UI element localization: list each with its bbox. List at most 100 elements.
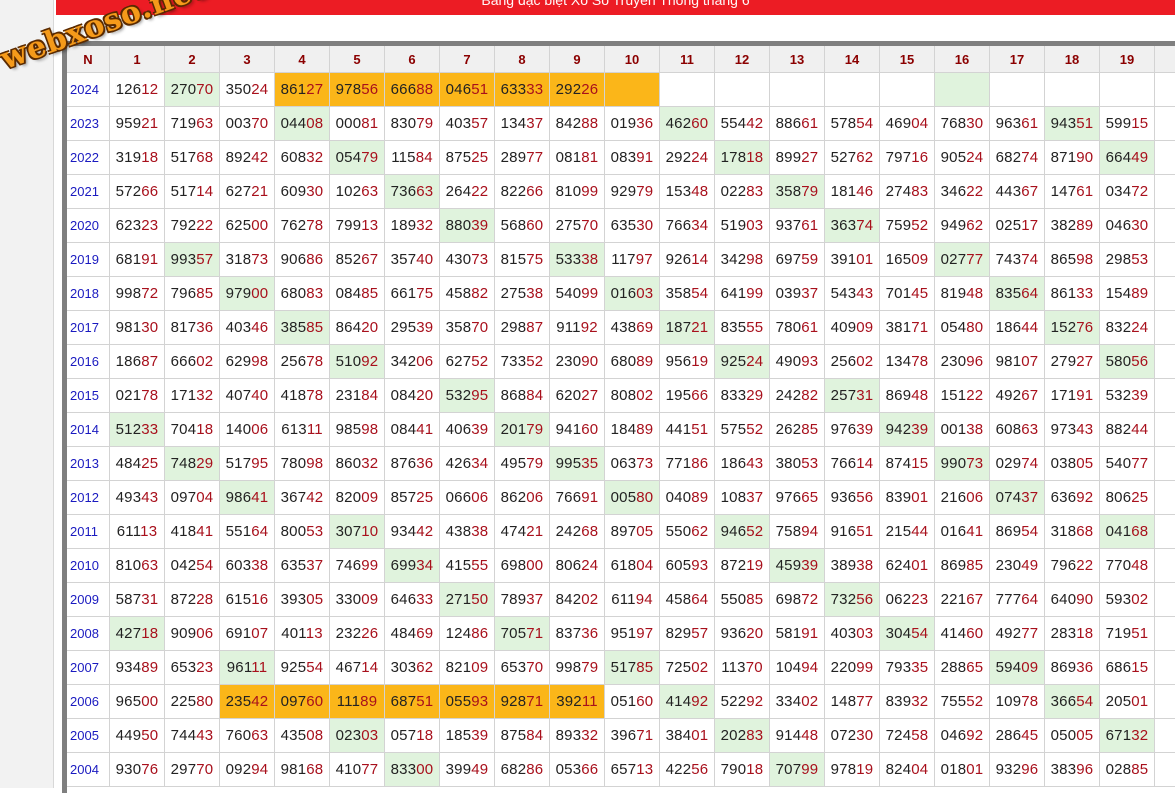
day-column-header: 2 <box>165 46 220 73</box>
prize-number-cell: 61516 <box>220 583 275 617</box>
prize-number-cell: 49343 <box>110 481 165 515</box>
prize-number-cell: 12486 <box>440 617 495 651</box>
prize-number-head: 682 <box>501 761 527 778</box>
prize-number-head: 357 <box>391 251 417 268</box>
prize-number-head: 929 <box>611 183 637 200</box>
prize-number-head: 046 <box>446 81 472 98</box>
prize-number-cell: 68615 <box>1100 651 1155 685</box>
prize-number-last-two-digits: 09 <box>856 319 873 336</box>
prize-number-last-two-digits: 30 <box>1131 217 1148 234</box>
prize-number-cell: 10494 <box>770 651 825 685</box>
prize-number-head: 492 <box>996 387 1022 404</box>
prize-number-last-two-digits: 34 <box>416 557 433 574</box>
prize-number-cell: 18643 <box>715 447 770 481</box>
prize-number-head: 925 <box>281 659 307 676</box>
prize-number-cell: 04408 <box>275 107 330 141</box>
prize-number-cell: 38171 <box>880 311 935 345</box>
year-link[interactable]: 2010 <box>67 549 110 583</box>
prize-number-head: 981 <box>996 353 1022 370</box>
prize-number-last-two-digits: 53 <box>801 455 818 472</box>
year-link[interactable]: 2007 <box>67 651 110 685</box>
year-link[interactable]: 2012 <box>67 481 110 515</box>
prize-number-head: 187 <box>666 319 692 336</box>
prize-number-cell: 18539 <box>440 719 495 753</box>
prize-number-last-two-digits: 91 <box>801 625 818 642</box>
prize-number-cell: 73256 <box>825 583 880 617</box>
prize-number-cell: 83932 <box>880 685 935 719</box>
prize-number-last-two-digits: 85 <box>1131 761 1148 778</box>
prize-number-last-two-digits: 63 <box>1021 421 1038 438</box>
prize-number-head: 517 <box>226 455 252 472</box>
year-link[interactable]: 2017 <box>67 311 110 345</box>
prize-number-cell: 20501 <box>1100 685 1155 719</box>
prize-number-head: 053 <box>556 761 582 778</box>
prize-number-head: 063 <box>611 455 637 472</box>
prize-number-last-two-digits: 01 <box>911 489 928 506</box>
year-link[interactable]: 2011 <box>67 515 110 549</box>
prize-number-last-two-digits: 82 <box>801 387 818 404</box>
prize-number-head: 608 <box>996 421 1022 438</box>
year-link[interactable]: 2024 <box>67 73 110 107</box>
prize-number-head: 490 <box>776 353 802 370</box>
prize-number-last-two-digits: 98 <box>746 251 763 268</box>
year-link[interactable]: 2006 <box>67 685 110 719</box>
prize-number-head: 083 <box>611 149 637 166</box>
year-link[interactable]: 2015 <box>67 379 110 413</box>
prize-number-cell: 53338 <box>550 243 605 277</box>
prize-number-last-two-digits: 90 <box>581 353 598 370</box>
prize-number-cell <box>770 73 825 107</box>
prize-number-head: 438 <box>446 523 472 540</box>
prize-number-cell: 2 <box>1155 549 1175 583</box>
prize-number-cell: 71963 <box>165 107 220 141</box>
year-link[interactable]: 2005 <box>67 719 110 753</box>
year-link[interactable]: 2014 <box>67 413 110 447</box>
prize-number-last-two-digits: 79 <box>416 115 433 132</box>
prize-number-head: 872 <box>171 591 197 608</box>
prize-number-cell: 36742 <box>275 481 330 515</box>
prize-number-last-two-digits: 22 <box>1076 557 1093 574</box>
day-column-header: 18 <box>1045 46 1100 73</box>
year-link[interactable]: 2020 <box>67 209 110 243</box>
year-link[interactable]: 2013 <box>67 447 110 481</box>
year-link[interactable]: 2016 <box>67 345 110 379</box>
prize-number-cell: 05593 <box>440 685 495 719</box>
prize-number-last-two-digits: 12 <box>141 81 158 98</box>
prize-number-last-two-digits: 42 <box>251 149 268 166</box>
prize-number-head: 279 <box>1051 353 1077 370</box>
prize-number-last-two-digits: 33 <box>1076 285 1093 302</box>
year-link[interactable]: 2004 <box>67 753 110 787</box>
prize-number-last-two-digits: 18 <box>196 421 213 438</box>
prize-number-last-two-digits: 03 <box>636 285 653 302</box>
year-link[interactable]: 2023 <box>67 107 110 141</box>
prize-number-last-two-digits: 05 <box>1076 727 1093 744</box>
prize-number-cell: 98130 <box>110 311 165 345</box>
prize-number-last-two-digits: 54 <box>1076 693 1093 710</box>
prize-number-cell: 14877 <box>825 685 880 719</box>
page-title: Bảng đặc biệt Xổ Số Truyền Thống tháng 6 <box>56 0 1175 9</box>
year-link[interactable]: 2008 <box>67 617 110 651</box>
prize-number-head: 044 <box>281 115 307 132</box>
prize-number-last-two-digits: 93 <box>691 557 708 574</box>
prize-number-head: 624 <box>886 557 912 574</box>
prize-number-last-two-digits: 00 <box>251 285 268 302</box>
prize-number-head: 743 <box>996 251 1022 268</box>
prize-number-cell: 52292 <box>715 685 770 719</box>
prize-number-head: 363 <box>831 217 857 234</box>
year-link[interactable]: 2022 <box>67 141 110 175</box>
prize-number-cell: 83555 <box>715 311 770 345</box>
prize-number-last-two-digits: 24 <box>1131 319 1148 336</box>
year-link[interactable]: 2021 <box>67 175 110 209</box>
prize-number-last-two-digits: 52 <box>746 421 763 438</box>
prize-number-head: 057 <box>391 727 417 744</box>
prize-number-head: 427 <box>116 625 142 642</box>
prize-number-last-two-digits: 52 <box>966 693 983 710</box>
prize-number-last-two-digits: 19 <box>691 353 708 370</box>
prize-number-head: 430 <box>446 251 472 268</box>
prize-number-head: 832 <box>1106 319 1132 336</box>
prize-number-cell: 89332 <box>550 719 605 753</box>
year-link[interactable]: 2018 <box>67 277 110 311</box>
year-link[interactable]: 2009 <box>67 583 110 617</box>
prize-number-last-two-digits: 36 <box>416 455 433 472</box>
day-column-header: 19 <box>1100 46 1155 73</box>
year-link[interactable]: 2019 <box>67 243 110 277</box>
